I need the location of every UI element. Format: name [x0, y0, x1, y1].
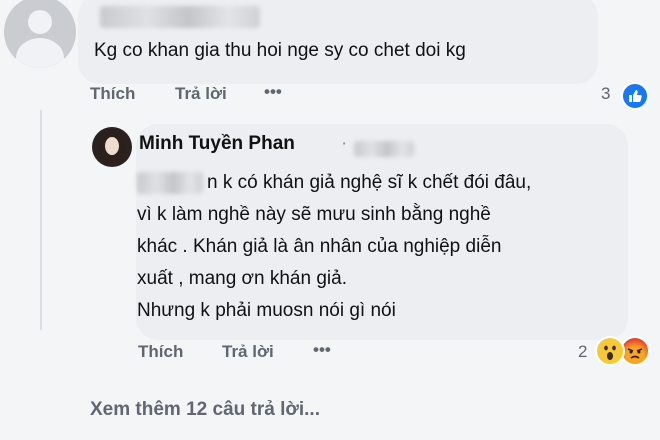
avatar-minh-tuyen-phan[interactable]: [92, 127, 132, 167]
top-comment-reaction-count[interactable]: 3: [601, 84, 610, 104]
thumbs-up-icon: [629, 90, 642, 102]
reply-like-link[interactable]: Thích: [138, 342, 183, 362]
reply-text-line-3: khác . Khán giả là ân nhân của nghiệp di…: [137, 236, 502, 257]
top-comment-like-link[interactable]: Thích: [90, 84, 135, 104]
reply-text-line-5: Nhưng k phải muosn nói gì nói: [137, 300, 396, 321]
reply-text-line-4: xuất , mang ơn khán giả.: [137, 268, 347, 289]
top-comment-text: Kg co khan gia thu hoi nge sy co chet do…: [94, 40, 466, 61]
reply-reply-link[interactable]: Trả lời: [222, 342, 274, 362]
author-separator: ·: [341, 133, 348, 154]
wow-icon[interactable]: [595, 336, 625, 366]
wow-face-icon: [604, 345, 616, 360]
top-comment-reply-link[interactable]: Trả lời: [175, 84, 227, 104]
reply-text-line-2: vì k làm nghề này sẽ mưu sinh bằng nghề: [137, 204, 491, 225]
avatar-head-shape: [28, 10, 52, 34]
reply-text-line-1: n k có khán giả nghệ sĩ k chết đói đâu,: [207, 172, 532, 193]
thread-connector: [40, 110, 42, 330]
avatar-body-shape: [16, 38, 64, 68]
reply-author-suffix-redacted: [354, 141, 414, 157]
top-comment-author-redacted[interactable]: [100, 6, 260, 28]
avatar-default-user[interactable]: [4, 0, 76, 68]
like-icon[interactable]: [621, 82, 649, 110]
angry-face-icon: [627, 348, 643, 359]
reply-author-name[interactable]: Minh Tuyền Phan: [139, 133, 295, 155]
avatar-face-shape: [105, 137, 119, 155]
reply-more-options[interactable]: •••: [313, 340, 331, 360]
see-more-replies-link[interactable]: Xem thêm 12 câu trả lời...: [90, 399, 320, 421]
reply-reaction-count[interactable]: 2: [578, 342, 587, 362]
top-comment-more-options[interactable]: •••: [264, 82, 282, 102]
